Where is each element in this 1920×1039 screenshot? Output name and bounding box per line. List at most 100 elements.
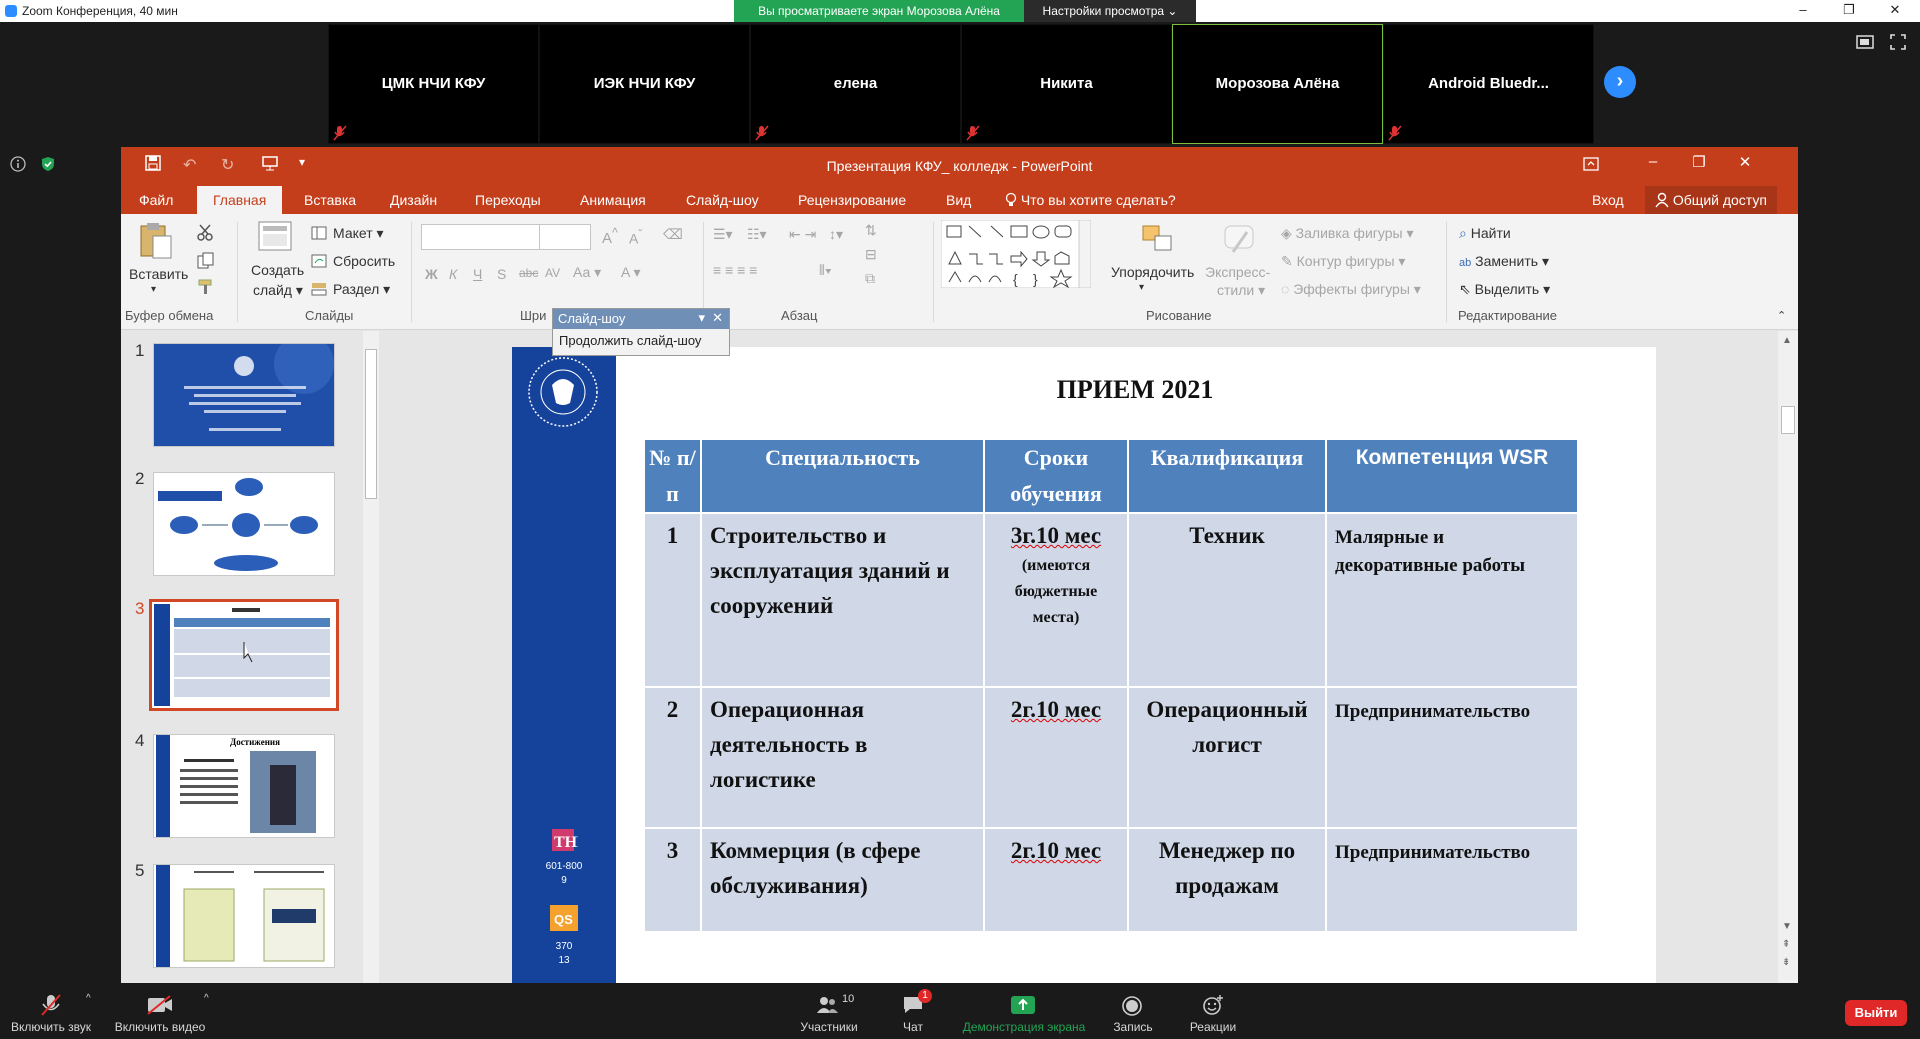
- previous-slide-icon[interactable]: ⇞: [1782, 939, 1790, 950]
- tab-review[interactable]: Рецензирование: [798, 192, 906, 208]
- columns-icon[interactable]: ⫴▾: [819, 262, 832, 279]
- minimize-button[interactable]: –: [1780, 0, 1826, 22]
- thumbnails-scroll-thumb[interactable]: [365, 349, 377, 499]
- bold-button[interactable]: Ж: [425, 266, 438, 282]
- layout-button[interactable]: Макет ▾: [333, 225, 384, 242]
- cut-icon[interactable]: [197, 224, 215, 242]
- copy-icon[interactable]: [197, 252, 215, 270]
- reset-button[interactable]: Сбросить: [333, 253, 395, 269]
- leave-meeting-button[interactable]: Выйти: [1845, 1000, 1907, 1026]
- clear-format-icon[interactable]: ⌫: [663, 226, 683, 243]
- paste-label[interactable]: Вставить: [129, 266, 188, 282]
- fullscreen-icon[interactable]: [1890, 34, 1906, 50]
- tab-file[interactable]: Файл: [139, 192, 173, 208]
- next-slide-icon[interactable]: ⇟: [1782, 957, 1790, 968]
- format-painter-icon[interactable]: [197, 278, 215, 296]
- arrange-icon[interactable]: [1141, 224, 1175, 256]
- slide-thumbnail-3[interactable]: [149, 599, 339, 711]
- tab-transitions[interactable]: Переходы: [475, 192, 541, 208]
- shapes-gallery-icon[interactable]: { }: [941, 220, 1091, 288]
- current-slide[interactable]: THE 601-800 9 QS 370 13 ПРИЕМ 2021 № п/п…: [512, 347, 1656, 987]
- next-page-arrow-icon[interactable]: ›: [1604, 66, 1636, 98]
- participant-tile[interactable]: Никита: [961, 24, 1172, 144]
- participant-tile[interactable]: елена: [750, 24, 961, 144]
- popup-close-icon[interactable]: ✕: [712, 310, 723, 326]
- tab-insert[interactable]: Вставка: [304, 192, 356, 208]
- slide-vertical-scrollbar[interactable]: ▲ ▼ ⇞ ⇟: [1778, 331, 1798, 987]
- scroll-up-arrow-icon[interactable]: ▲: [1782, 335, 1792, 346]
- select-button[interactable]: ⇖ Выделить ▾: [1459, 281, 1550, 298]
- indent-icons[interactable]: ⇤ ⇥: [789, 226, 816, 243]
- font-name-box[interactable]: [421, 224, 541, 250]
- speaker-view-icon[interactable]: [1856, 34, 1874, 50]
- close-button[interactable]: ✕: [1872, 0, 1918, 22]
- info-icon[interactable]: [10, 156, 26, 172]
- smartart-icon[interactable]: ⧉: [865, 270, 875, 287]
- new-slide-icon[interactable]: [257, 220, 295, 254]
- collapse-ribbon-icon[interactable]: ⌃: [1777, 309, 1786, 322]
- find-button[interactable]: ⌕ Найти: [1459, 225, 1511, 242]
- replace-button[interactable]: ab Заменить ▾: [1459, 253, 1549, 270]
- align-text-icon[interactable]: ⊟: [865, 246, 877, 263]
- tab-home[interactable]: Главная: [197, 186, 283, 215]
- tab-design[interactable]: Дизайн: [390, 192, 437, 208]
- video-options-chevron-icon[interactable]: ^: [204, 993, 209, 1004]
- ribbon-display-options-icon[interactable]: [1583, 157, 1599, 171]
- tab-slideshow[interactable]: Слайд-шоу: [686, 192, 759, 208]
- tab-view[interactable]: Вид: [946, 192, 971, 208]
- quick-styles-icon[interactable]: [1221, 222, 1259, 256]
- continue-slideshow-button[interactable]: Продолжить слайд-шоу: [553, 329, 729, 352]
- popup-dropdown-icon[interactable]: ▾: [698, 310, 705, 326]
- strikethrough-button[interactable]: abc: [519, 266, 538, 280]
- scroll-down-arrow-icon[interactable]: ▼: [1782, 921, 1792, 932]
- ppt-restore-button[interactable]: ❐: [1676, 153, 1722, 171]
- slide-thumbnail-2[interactable]: [153, 472, 335, 576]
- participant-tile[interactable]: ИЭК НЧИ КФУ: [539, 24, 750, 144]
- signin-link[interactable]: Вход: [1592, 192, 1624, 208]
- share-button[interactable]: Общий доступ: [1645, 186, 1777, 215]
- section-button[interactable]: Раздел ▾: [333, 281, 390, 298]
- audio-options-chevron-icon[interactable]: ^: [86, 993, 91, 1004]
- line-spacing-icon[interactable]: ↕▾: [829, 226, 843, 243]
- shadow-button[interactable]: S: [497, 266, 506, 282]
- ppt-minimize-button[interactable]: –: [1630, 153, 1676, 170]
- quick-styles-label-2[interactable]: стили ▾: [1217, 282, 1265, 299]
- slide-scroll-thumb[interactable]: [1781, 406, 1795, 434]
- layout-icon: [311, 226, 327, 240]
- shape-fill-button[interactable]: ◈ Заливка фигуры ▾: [1281, 225, 1414, 242]
- participant-tile-active[interactable]: Морозова Алёна: [1172, 24, 1383, 144]
- quick-styles-label-1[interactable]: Экспресс-: [1205, 264, 1270, 280]
- change-case-button[interactable]: Аа ▾: [573, 264, 601, 281]
- view-settings-button[interactable]: Настройки просмотра ⌄: [1024, 0, 1196, 22]
- char-spacing-icon[interactable]: AV: [545, 266, 560, 280]
- shield-icon[interactable]: [40, 156, 56, 172]
- slide-thumbnail-1[interactable]: [153, 343, 335, 447]
- bullets-icon[interactable]: ☰▾: [713, 226, 733, 243]
- numbering-icon[interactable]: ☷▾: [747, 226, 767, 243]
- shape-outline-button[interactable]: ✎ Контур фигуры ▾: [1281, 253, 1405, 270]
- text-direction-icon[interactable]: ⇅: [865, 222, 877, 239]
- participant-tile[interactable]: ЦМК НЧИ КФУ: [328, 24, 539, 144]
- arrange-button[interactable]: Упорядочить: [1111, 264, 1194, 280]
- slide-thumbnail-4[interactable]: Достижения: [153, 734, 335, 838]
- shrink-font-icon[interactable]: Aˇ: [629, 228, 642, 247]
- grow-font-icon[interactable]: A^: [602, 226, 618, 247]
- align-icons[interactable]: ≡ ≡ ≡ ≡: [713, 262, 757, 278]
- paste-icon[interactable]: [135, 220, 175, 260]
- restore-button[interactable]: ❐: [1826, 0, 1872, 22]
- italic-button[interactable]: К: [449, 266, 457, 282]
- slide-thumbnail-5[interactable]: [153, 864, 335, 968]
- shape-effects-button[interactable]: ◌ Эффекты фигуры ▾: [1281, 281, 1421, 298]
- arrange-dropdown-icon[interactable]: ▾: [1139, 282, 1144, 293]
- new-slide-label-2[interactable]: слайд ▾: [253, 282, 303, 299]
- font-color-button[interactable]: A ▾: [621, 264, 640, 281]
- paste-dropdown-icon[interactable]: ▾: [151, 284, 156, 295]
- font-size-box[interactable]: [539, 224, 591, 250]
- tab-animations[interactable]: Анимация: [580, 192, 646, 208]
- new-slide-label-1[interactable]: Создать: [251, 262, 304, 278]
- thumbnails-scrollbar[interactable]: [363, 331, 379, 987]
- underline-button[interactable]: Ч: [473, 266, 482, 282]
- participant-tile[interactable]: Android Bluedr...: [1383, 24, 1594, 144]
- tell-me-search[interactable]: Что вы хотите сделать?: [1005, 192, 1176, 208]
- ppt-close-button[interactable]: ✕: [1722, 153, 1768, 171]
